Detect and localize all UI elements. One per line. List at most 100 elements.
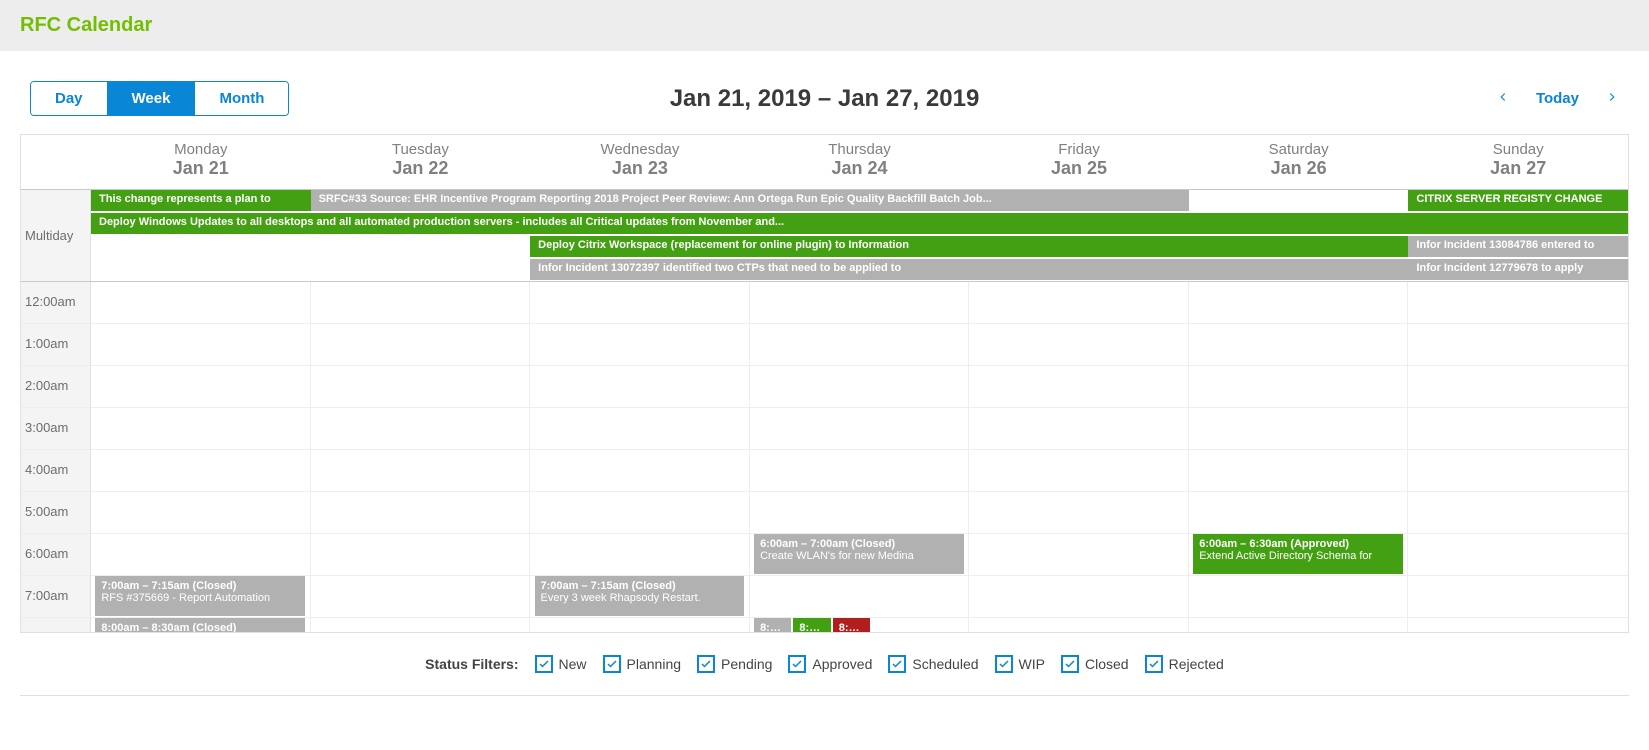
- time-slot[interactable]: [91, 282, 311, 324]
- multiday-event[interactable]: CITRIX SERVER REGISTY CHANGE: [1408, 190, 1628, 211]
- time-slot[interactable]: [91, 534, 311, 576]
- time-slot[interactable]: [91, 324, 311, 366]
- multiday-event[interactable]: Infor Incident 13072397 identified two C…: [530, 259, 1408, 280]
- calendar-event[interactable]: 8:00am – 8:30am (Closed): [95, 618, 305, 632]
- multiday-event[interactable]: Deploy Windows Updates to all desktops a…: [91, 213, 1628, 234]
- time-slot[interactable]: [311, 534, 531, 576]
- time-slot[interactable]: [1408, 324, 1628, 366]
- time-slot[interactable]: [530, 492, 750, 534]
- time-slot[interactable]: [1189, 450, 1409, 492]
- time-slot[interactable]: [91, 492, 311, 534]
- time-slot[interactable]: [91, 450, 311, 492]
- time-slot[interactable]: [530, 408, 750, 450]
- time-slot[interactable]: [1408, 492, 1628, 534]
- time-slot[interactable]: [1408, 366, 1628, 408]
- time-slot[interactable]: [311, 324, 531, 366]
- time-slot[interactable]: [750, 450, 970, 492]
- time-slot[interactable]: [1189, 282, 1409, 324]
- time-slot[interactable]: [530, 282, 750, 324]
- time-slot[interactable]: [91, 408, 311, 450]
- time-slot[interactable]: 7:00am – 7:15am (Closed)RFS #375669 - Re…: [91, 576, 311, 618]
- time-slot[interactable]: [969, 450, 1189, 492]
- time-slot[interactable]: 8:00am – 8:30am (Closed): [91, 618, 311, 632]
- day-header-sun[interactable]: SundayJan 27: [1408, 135, 1628, 189]
- time-slot[interactable]: [750, 324, 970, 366]
- filter-planning[interactable]: Planning: [603, 655, 682, 673]
- multiday-event[interactable]: Deploy Citrix Workspace (replacement for…: [530, 236, 1408, 257]
- time-slot[interactable]: [969, 366, 1189, 408]
- time-slot[interactable]: [750, 408, 970, 450]
- time-slot[interactable]: [311, 492, 531, 534]
- time-slot[interactable]: [530, 366, 750, 408]
- time-slot[interactable]: [1408, 282, 1628, 324]
- multiday-event[interactable]: This change represents a plan to: [91, 190, 311, 211]
- time-slot[interactable]: [91, 366, 311, 408]
- today-button[interactable]: Today: [1536, 90, 1579, 107]
- time-slot[interactable]: [1189, 618, 1409, 632]
- time-slot[interactable]: [750, 492, 970, 534]
- time-slot[interactable]: [1408, 576, 1628, 618]
- time-slot[interactable]: [1189, 576, 1409, 618]
- filter-scheduled[interactable]: Scheduled: [888, 655, 978, 673]
- time-slot[interactable]: [530, 534, 750, 576]
- view-day-button[interactable]: Day: [31, 82, 108, 115]
- time-slot[interactable]: [969, 534, 1189, 576]
- time-slot[interactable]: [969, 576, 1189, 618]
- time-slot[interactable]: [530, 618, 750, 632]
- day-header-wed[interactable]: WednesdayJan 23: [530, 135, 750, 189]
- time-slot[interactable]: [1408, 408, 1628, 450]
- time-slot[interactable]: [1189, 408, 1409, 450]
- view-month-button[interactable]: Month: [195, 82, 288, 115]
- time-slot[interactable]: [530, 324, 750, 366]
- time-slot[interactable]: [530, 450, 750, 492]
- filter-pending[interactable]: Pending: [697, 655, 772, 673]
- multiday-event[interactable]: Infor Incident 12779678 to apply: [1408, 259, 1628, 280]
- time-slot[interactable]: [311, 618, 531, 632]
- time-grid-scroll[interactable]: 12:00am1:00am2:00am3:00am4:00am5:00am6:0…: [21, 282, 1628, 632]
- time-slot[interactable]: [311, 450, 531, 492]
- day-header-sat[interactable]: SaturdayJan 26: [1189, 135, 1409, 189]
- time-slot[interactable]: [969, 282, 1189, 324]
- time-slot[interactable]: [311, 366, 531, 408]
- calendar-event[interactable]: 8:00a: [833, 618, 870, 632]
- filter-approved[interactable]: Approved: [788, 655, 872, 673]
- day-header-fri[interactable]: FridayJan 25: [969, 135, 1189, 189]
- multiday-event[interactable]: SRFC#33 Source: EHR Incentive Program Re…: [311, 190, 1189, 211]
- filter-wip[interactable]: WIP: [995, 655, 1045, 673]
- time-slot[interactable]: [1189, 492, 1409, 534]
- calendar-event[interactable]: 7:00am – 7:15am (Closed)RFS #375669 - Re…: [95, 576, 305, 616]
- calendar-event[interactable]: 6:00am – 7:00am (Closed)Create WLAN's fo…: [754, 534, 964, 574]
- time-slot[interactable]: [311, 576, 531, 618]
- filter-rejected[interactable]: Rejected: [1145, 655, 1224, 673]
- calendar-event[interactable]: 8:00a: [793, 618, 830, 632]
- time-slot[interactable]: [750, 282, 970, 324]
- time-slot[interactable]: [969, 618, 1189, 632]
- time-slot[interactable]: 8:00a8:00a8:00a: [750, 618, 970, 632]
- time-slot[interactable]: [1408, 618, 1628, 632]
- time-slot[interactable]: [1189, 324, 1409, 366]
- day-header-tue[interactable]: TuesdayJan 22: [311, 135, 531, 189]
- time-slot[interactable]: [969, 324, 1189, 366]
- time-slot[interactable]: [1189, 366, 1409, 408]
- view-week-button[interactable]: Week: [108, 82, 196, 115]
- calendar-event[interactable]: 8:00a: [754, 618, 791, 632]
- time-slot[interactable]: [311, 408, 531, 450]
- time-slot[interactable]: [750, 366, 970, 408]
- time-slot[interactable]: 6:00am – 7:00am (Closed)Create WLAN's fo…: [750, 534, 970, 576]
- time-slot[interactable]: [1408, 534, 1628, 576]
- calendar-event[interactable]: 6:00am – 6:30am (Approved)Extend Active …: [1193, 534, 1403, 574]
- time-slot[interactable]: [969, 408, 1189, 450]
- multiday-event[interactable]: Infor Incident 13084786 entered to: [1408, 236, 1628, 257]
- next-button[interactable]: [1605, 90, 1619, 108]
- prev-button[interactable]: [1496, 90, 1510, 108]
- time-slot[interactable]: 6:00am – 6:30am (Approved)Extend Active …: [1189, 534, 1409, 576]
- time-slot[interactable]: [750, 576, 970, 618]
- filter-new[interactable]: New: [535, 655, 587, 673]
- day-header-mon[interactable]: MondayJan 21: [91, 135, 311, 189]
- time-slot[interactable]: [969, 492, 1189, 534]
- calendar-event[interactable]: 7:00am – 7:15am (Closed)Every 3 week Rha…: [535, 576, 745, 616]
- time-slot[interactable]: [1408, 450, 1628, 492]
- time-slot[interactable]: 7:00am – 7:15am (Closed)Every 3 week Rha…: [530, 576, 750, 618]
- filter-closed[interactable]: Closed: [1061, 655, 1129, 673]
- time-slot[interactable]: [311, 282, 531, 324]
